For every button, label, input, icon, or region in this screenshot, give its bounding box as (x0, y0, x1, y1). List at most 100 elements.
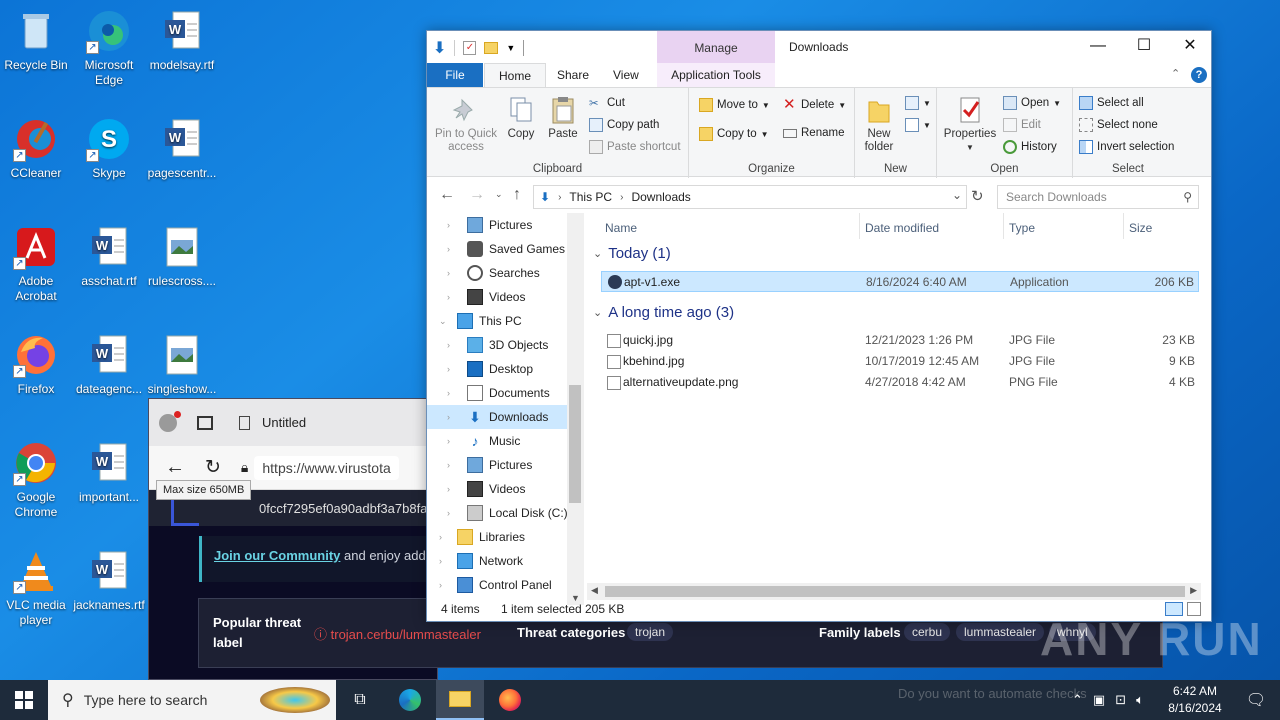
new-folder-button[interactable]: New folder (859, 94, 899, 154)
copy-to-button[interactable]: Copy to ▼ (699, 127, 769, 141)
desktop-icon[interactable]: ↗ CCleaner (0, 112, 74, 181)
nav-item[interactable]: › 3D Objects (427, 333, 567, 357)
forward-arrow-icon[interactable]: → (469, 186, 485, 204)
desktop-icon[interactable]: ↗ Adobe Acrobat (0, 220, 74, 304)
select-none-button[interactable]: Select none (1079, 118, 1158, 132)
chevron-right-icon[interactable]: › (447, 460, 450, 470)
desktop-icon[interactable]: ↗ Microsoft Edge (71, 4, 147, 88)
family-pill[interactable]: cerbu (904, 623, 951, 641)
vt-search-value[interactable]: 0fccf7295ef0a90adbf3a7b8fa (259, 501, 427, 516)
desktop-icon[interactable]: ↗ Google Chrome (0, 436, 74, 520)
show-hidden-icons-icon[interactable]: ⌃ (1072, 692, 1083, 708)
desktop-icon[interactable]: ↗ Firefox (0, 328, 74, 397)
nav-item[interactable]: › Pictures (427, 453, 567, 477)
easy-access-button[interactable]: ▼ (905, 118, 931, 132)
task-view-button[interactable]: ⧉ (336, 680, 384, 720)
nav-item[interactable]: ⌄ This PC (427, 309, 567, 333)
paste-shortcut-button[interactable]: Paste shortcut (589, 140, 681, 154)
recent-dropdown-icon[interactable]: ⌄ (495, 189, 503, 200)
desktop-icon[interactable]: ↗ VLC media player (0, 544, 74, 628)
address-dropdown-icon[interactable]: ⌄ (952, 188, 962, 202)
file-row[interactable]: quickj.jpg 12/21/2023 1:26 PM JPG File 23 K… (601, 330, 1199, 351)
down-arrow-icon[interactable]: ⬇ (433, 38, 446, 58)
address-bar[interactable]: ⬇ › This PC › Downloads ⌄ (533, 185, 967, 209)
chevron-right-icon[interactable]: › (447, 364, 450, 374)
tab-file[interactable]: File (427, 63, 483, 87)
start-button[interactable] (0, 680, 48, 720)
chevron-right-icon[interactable]: › (447, 436, 450, 446)
nav-item[interactable]: › ♪ Music (427, 429, 567, 453)
file-list[interactable]: Name Date modified Type Size ⌄ Today (1) a… (587, 213, 1201, 605)
chevron-right-icon[interactable]: › (447, 484, 450, 494)
file-row[interactable]: kbehind.jpg 10/17/2019 12:45 AM JPG File 9 … (601, 351, 1199, 372)
column-size[interactable]: Size (1129, 217, 1152, 239)
chevron-right-icon[interactable]: › (447, 268, 450, 278)
properties-button[interactable]: Properties ▼ (941, 94, 999, 154)
volume-icon[interactable]: 🔈︎ (1136, 692, 1144, 708)
nav-item[interactable]: › Videos (427, 285, 567, 309)
breadcrumb-sep-icon[interactable]: › (620, 192, 623, 203)
chevron-right-icon[interactable]: › (447, 412, 450, 422)
help-icon[interactable]: ? (1191, 67, 1207, 83)
cut-button[interactable]: ✂ Cut (589, 96, 625, 110)
tab-actions-icon[interactable] (197, 415, 213, 430)
manage-context-tab[interactable]: Manage (657, 31, 775, 63)
file-explorer-window[interactable]: ⬇ ✓ ▼ Manage Downloads — ☐ ✕ File Home S… (426, 30, 1212, 622)
breadcrumb-sep-icon[interactable]: › (558, 192, 561, 203)
file-row[interactable]: alternativeupdate.png 4/27/2018 4:42 AM PN… (601, 372, 1199, 393)
open-button[interactable]: Open ▼ (1003, 96, 1061, 110)
desktop-icon[interactable]: S ↗ Skype (71, 112, 147, 181)
move-to-button[interactable]: Move to ▼ (699, 98, 770, 112)
new-folder-icon[interactable] (484, 42, 499, 54)
chevron-right-icon[interactable]: › (447, 388, 450, 398)
nav-item[interactable]: › Control Panel (427, 573, 567, 597)
rename-button[interactable]: Rename (783, 127, 844, 139)
profile-icon[interactable] (159, 410, 181, 432)
nav-item[interactable]: › Network (427, 549, 567, 573)
nav-item[interactable]: › Searches (427, 261, 567, 285)
chevron-right-icon[interactable]: › (447, 244, 450, 254)
join-community-link[interactable]: Join our Community (214, 548, 340, 563)
desktop-icon[interactable]: Wmodelsay.rtf (144, 4, 220, 73)
search-icon[interactable]: ⚲ (1183, 186, 1192, 208)
nav-item[interactable]: › ⬇ Downloads (427, 405, 567, 429)
nav-scrollbar[interactable]: ▼ (567, 213, 584, 605)
minimize-button[interactable]: — (1075, 31, 1121, 61)
notifications-button[interactable]: 🗨︎ (1232, 680, 1280, 720)
nav-item[interactable]: › Saved Games (427, 237, 567, 261)
column-date-modified[interactable]: Date modified (865, 217, 939, 239)
nav-item[interactable]: › Desktop (427, 357, 567, 381)
tab-view[interactable]: View (599, 63, 653, 87)
close-button[interactable]: ✕ (1167, 31, 1213, 61)
file-group-header[interactable]: ⌄ Today (1) (593, 245, 671, 262)
chevron-right-icon[interactable]: › (439, 532, 442, 542)
file-row[interactable]: apt-v1.exe 8/16/2024 6:40 AM Application 20… (601, 271, 1199, 292)
delete-button[interactable]: ✕ Delete ▼ (783, 97, 846, 112)
nav-item[interactable]: › Pictures (427, 213, 567, 237)
taskbar-file-explorer[interactable] (436, 680, 484, 720)
meet-now-icon[interactable]: ▣ (1093, 692, 1105, 708)
up-arrow-icon[interactable]: ↑ (513, 186, 521, 204)
chevron-right-icon[interactable]: › (447, 508, 450, 518)
chevron-right-icon[interactable]: › (447, 292, 450, 302)
desktop-icon[interactable]: Wimportant... (71, 436, 147, 505)
back-arrow-icon[interactable]: ← (439, 186, 455, 204)
new-item-button[interactable]: ▼ (905, 96, 931, 110)
nav-scroll-thumb[interactable] (569, 385, 581, 503)
desktop-icon[interactable]: singleshow... (144, 328, 220, 397)
chevron-right-icon[interactable]: › (439, 580, 442, 590)
nav-item[interactable]: › Videos (427, 477, 567, 501)
breadcrumb-this-pc[interactable]: This PC (569, 190, 612, 204)
chevron-down-icon[interactable]: ⌄ (439, 316, 447, 327)
search-downloads-input[interactable]: Search Downloads ⚲ (997, 185, 1199, 209)
clock[interactable]: 6:42 AM 8/16/2024 (1160, 683, 1230, 717)
nav-item[interactable]: › Documents (427, 381, 567, 405)
tab-application-tools[interactable]: Application Tools (657, 63, 775, 87)
breadcrumb-downloads[interactable]: Downloads (631, 190, 690, 204)
network-icon[interactable]: ⊡ (1115, 692, 1126, 708)
history-button[interactable]: History (1003, 140, 1057, 154)
browser-tab-title[interactable]: Untitled (262, 415, 306, 430)
chevron-right-icon[interactable]: › (439, 556, 442, 566)
copy-button[interactable]: Copy (503, 94, 539, 141)
chevron-right-icon[interactable]: › (447, 220, 450, 230)
